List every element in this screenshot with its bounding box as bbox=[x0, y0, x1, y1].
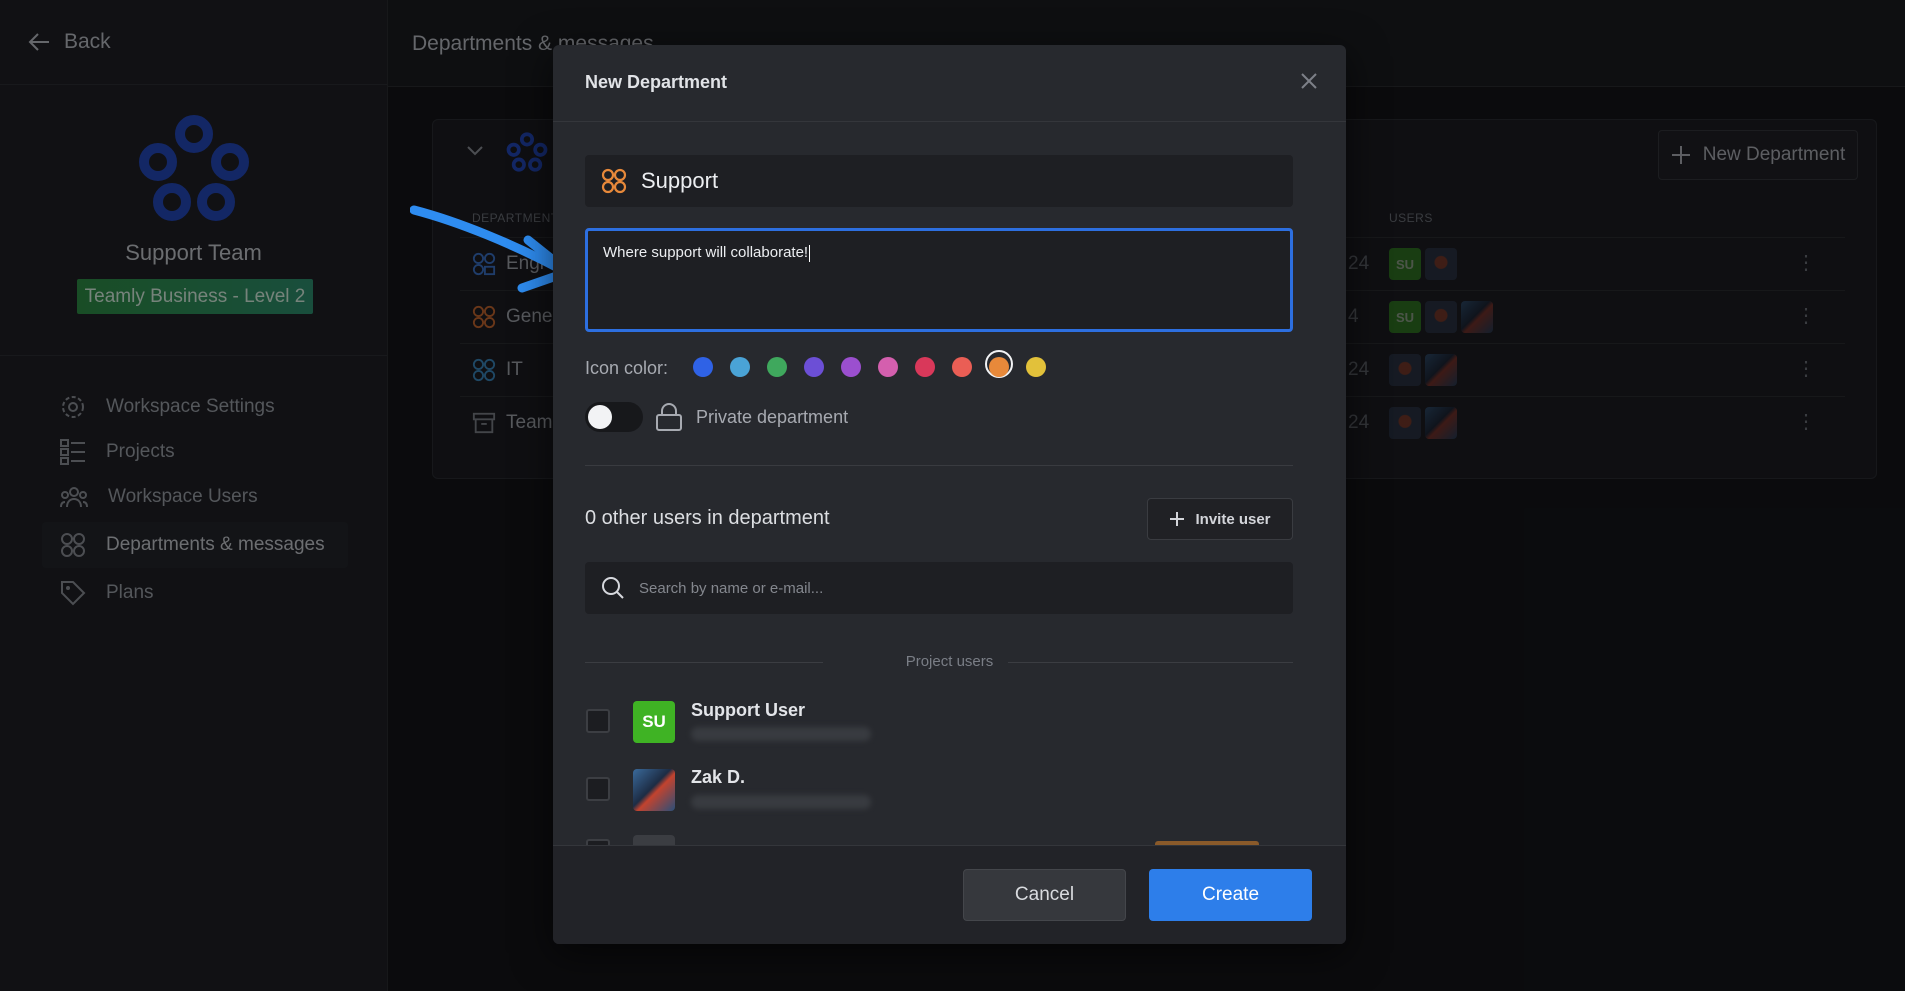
new-department-dialog: New Department Support Where support wil… bbox=[553, 45, 1346, 944]
color-swatch-orange[interactable] bbox=[989, 357, 1009, 377]
divider bbox=[553, 121, 1346, 122]
close-icon[interactable] bbox=[1299, 71, 1319, 91]
private-department-label: Private department bbox=[696, 407, 849, 427]
avatar: SU bbox=[633, 701, 675, 743]
user-search-input[interactable]: Search by name or e-mail... bbox=[585, 562, 1293, 614]
department-name-value: Support bbox=[641, 168, 719, 193]
cancel-button[interactable]: Cancel bbox=[963, 869, 1126, 921]
color-swatch-light-blue[interactable] bbox=[730, 357, 750, 377]
plus-icon bbox=[1170, 512, 1185, 526]
search-placeholder: Search by name or e-mail... bbox=[639, 579, 824, 597]
department-name-input[interactable]: Support bbox=[585, 155, 1293, 207]
color-swatch-purple[interactable] bbox=[841, 357, 861, 377]
user-name: Zak D. bbox=[691, 767, 746, 787]
color-swatch-red[interactable] bbox=[915, 357, 935, 377]
color-swatch-indigo[interactable] bbox=[804, 357, 824, 377]
toggle-knob bbox=[588, 405, 612, 429]
user-email-blurred bbox=[691, 795, 871, 809]
lock-icon bbox=[656, 403, 682, 431]
color-swatch-yellow[interactable] bbox=[1026, 357, 1046, 377]
dialog-title: New Department bbox=[585, 72, 728, 92]
private-department-toggle[interactable] bbox=[585, 402, 643, 432]
avatar bbox=[633, 769, 675, 811]
color-swatch-blue[interactable] bbox=[693, 357, 713, 377]
icon-color-label: Icon color: bbox=[585, 358, 669, 378]
divider bbox=[585, 465, 1293, 466]
color-swatch-salmon[interactable] bbox=[952, 357, 972, 377]
user-email-blurred bbox=[691, 727, 871, 741]
user-checkbox[interactable] bbox=[586, 709, 610, 733]
color-swatch-green[interactable] bbox=[767, 357, 787, 377]
department-icon bbox=[601, 168, 627, 194]
color-swatch-pink[interactable] bbox=[878, 357, 898, 377]
create-button[interactable]: Create bbox=[1149, 869, 1312, 921]
description-value: Where support will collaborate! bbox=[603, 244, 809, 261]
users-count-label: 0 other users in department bbox=[585, 507, 830, 529]
invite-user-button[interactable]: Invite user bbox=[1147, 498, 1293, 540]
user-checkbox[interactable] bbox=[586, 777, 610, 801]
text-cursor bbox=[809, 244, 811, 262]
department-description-input[interactable]: Where support will collaborate! bbox=[585, 228, 1293, 332]
project-users-heading: Project users bbox=[905, 653, 994, 670]
invite-user-label: Invite user bbox=[1195, 510, 1271, 528]
user-name: Support User bbox=[691, 700, 806, 720]
search-icon bbox=[602, 577, 624, 599]
